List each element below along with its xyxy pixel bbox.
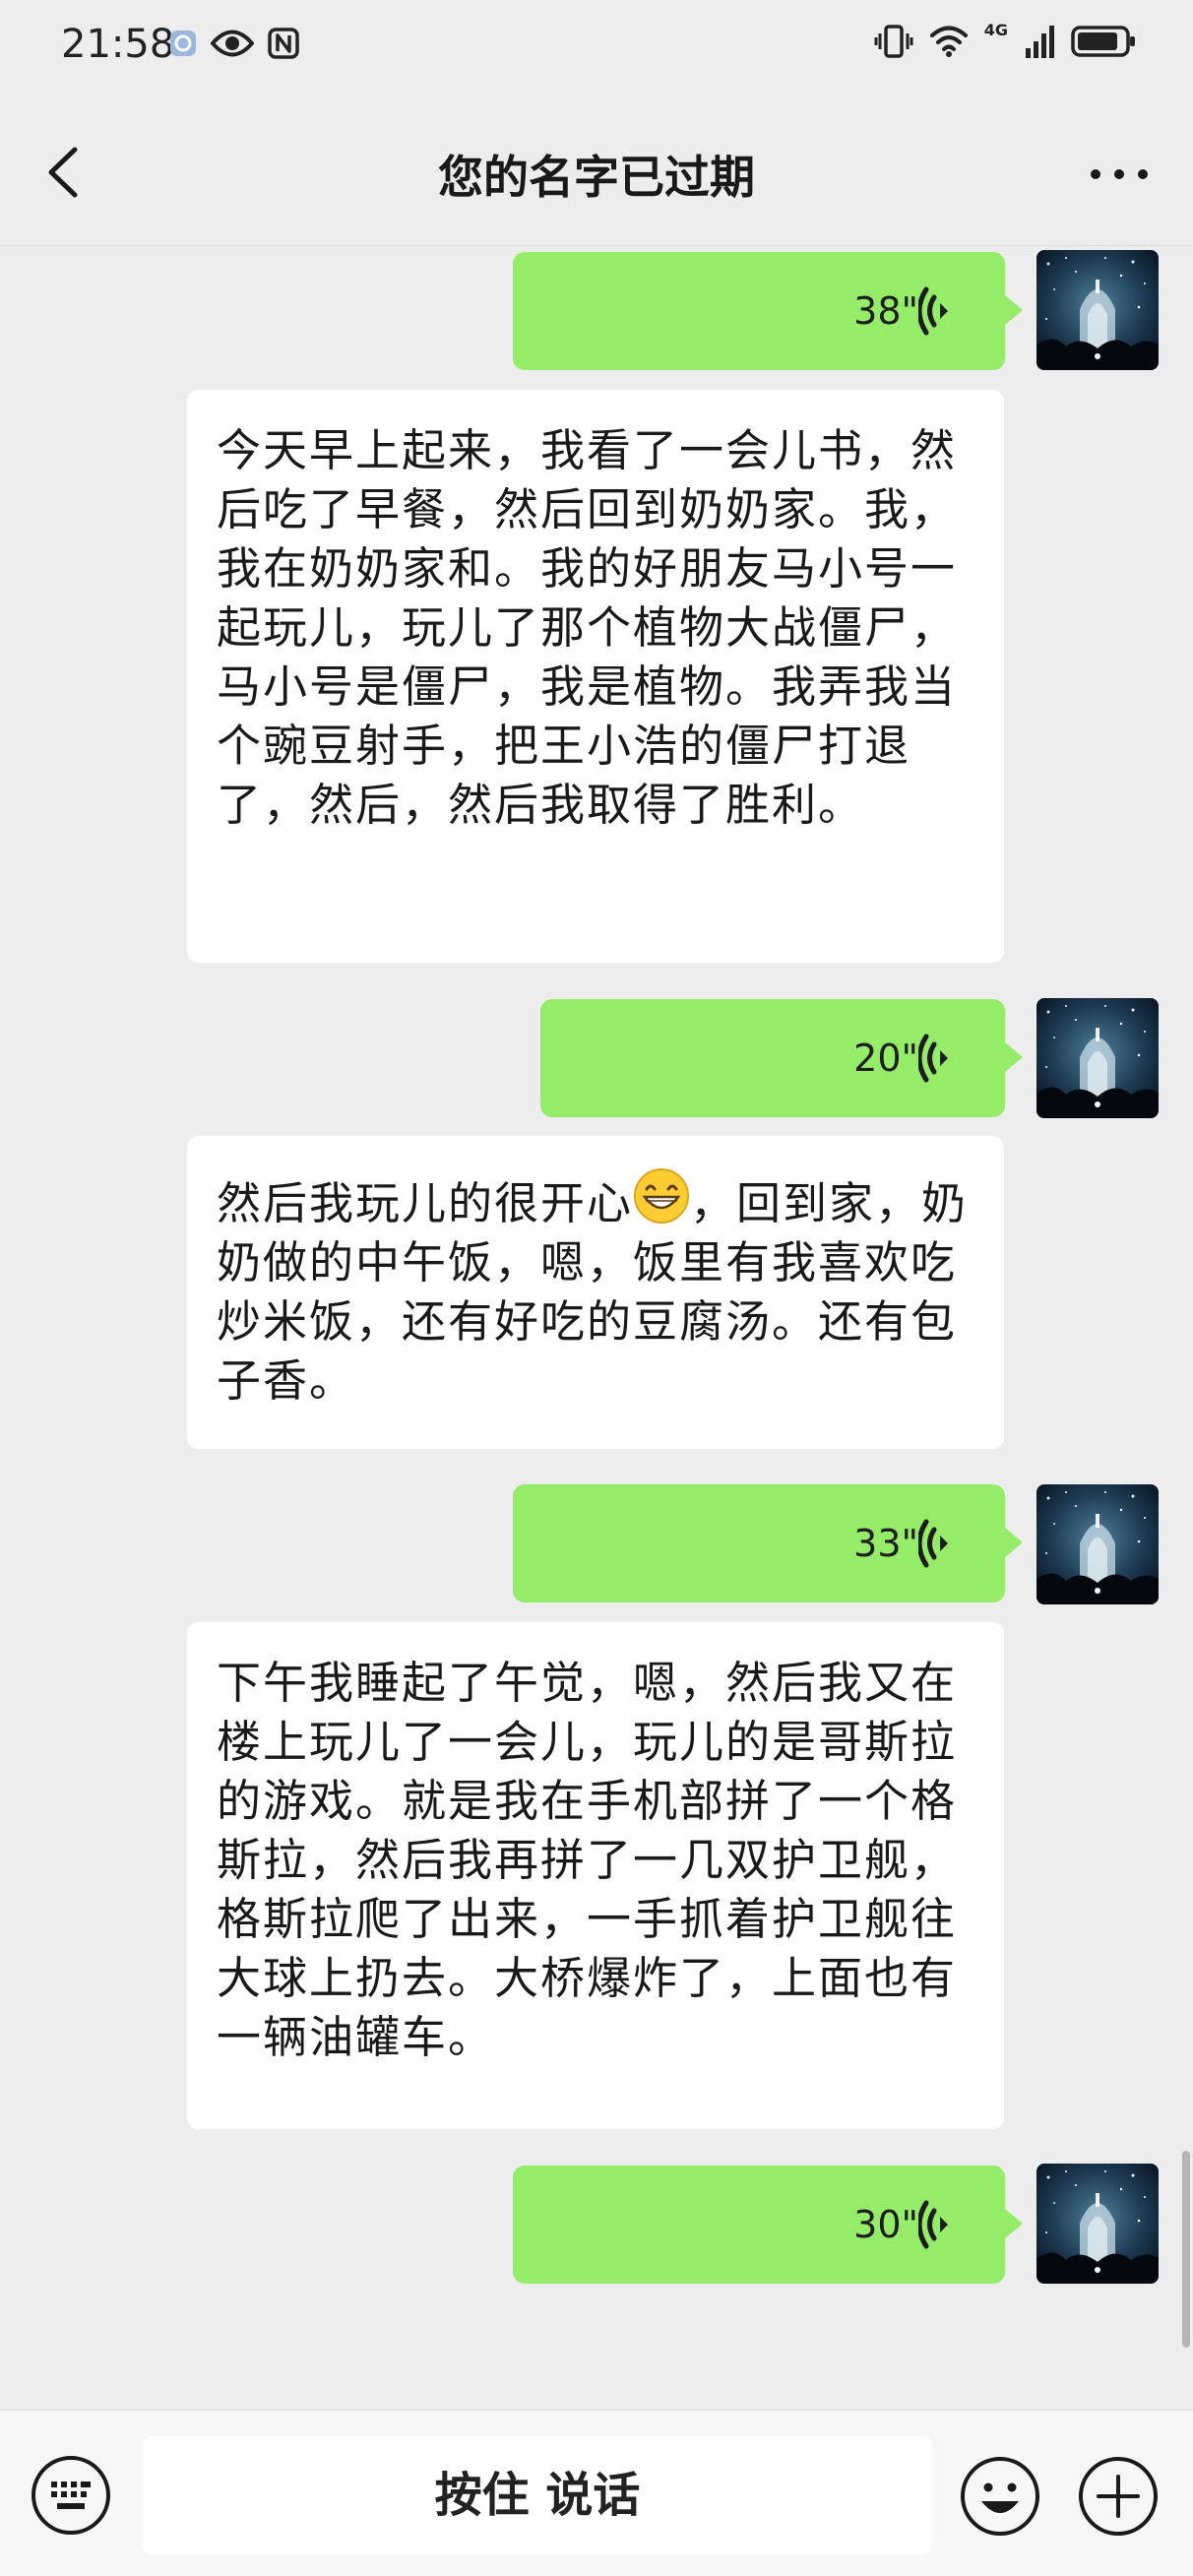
voice-message-bubble[interactable]: 30" — [513, 2166, 1023, 2284]
battery-icon — [1071, 26, 1135, 57]
keyboard-icon — [31, 2456, 110, 2535]
text-message-bubble[interactable]: 下午我睡起了午觉，嗯，然后我又在楼上玩儿了一会儿，玩儿的是哥斯拉的游戏。就是我在… — [187, 1622, 1004, 2129]
voice-duration: 38" — [853, 289, 918, 333]
emoji-button[interactable] — [958, 2454, 1042, 2539]
message-text: 今天早上起来，我看了一会儿书，然后吃了早餐，然后回到奶奶家。我，我在奶奶家和。我… — [217, 424, 958, 831]
voice-duration: 30" — [853, 2203, 918, 2246]
status-bar: 21:58 4G — [0, 0, 1193, 98]
voice-wave-icon — [918, 285, 958, 337]
more-button[interactable] — [1085, 150, 1154, 199]
my-avatar[interactable] — [1036, 250, 1159, 370]
eye-icon — [211, 30, 254, 57]
chat-header: 您的名字已过期 — [0, 98, 1193, 246]
status-left-icons — [169, 28, 299, 59]
avatar-image — [1036, 998, 1159, 1118]
hold-to-talk-button[interactable]: 按住 说话 — [143, 2436, 932, 2554]
status-time: 21:58 — [61, 22, 175, 67]
my-avatar[interactable] — [1036, 998, 1159, 1118]
text-message-bubble[interactable]: 今天早上起来，我看了一会儿书，然后吃了早餐，然后回到奶奶家。我，我在奶奶家和。我… — [187, 390, 1004, 963]
wifi-icon — [929, 26, 968, 57]
grinning-face-emoji — [634, 1168, 690, 1224]
voice-wave-icon — [918, 1518, 958, 1569]
header-divider — [0, 245, 1193, 246]
signal-icon — [1026, 26, 1054, 58]
voice-wave-icon — [918, 1033, 958, 1084]
voice-duration: 33" — [853, 1522, 918, 1565]
keyboard-toggle-button[interactable] — [30, 2454, 112, 2537]
my-avatar[interactable] — [1036, 2164, 1159, 2284]
message-text: 下午我睡起了午觉，嗯，然后我又在楼上玩儿了一会儿，玩儿的是哥斯拉的游戏。就是我在… — [217, 1657, 958, 2063]
nfc-icon — [268, 28, 299, 59]
chat-scrollbar[interactable] — [1182, 2151, 1190, 2348]
avatar-image — [1036, 250, 1159, 370]
avatar-image — [1036, 1484, 1159, 1604]
smiley-icon — [961, 2457, 1039, 2536]
voice-message-bubble[interactable]: 38" — [513, 252, 1023, 370]
more-functions-button[interactable] — [1076, 2454, 1161, 2539]
voice-wave-icon — [918, 2199, 958, 2250]
my-avatar[interactable] — [1036, 1484, 1159, 1604]
voice-message-bubble[interactable]: 33" — [513, 1484, 1023, 1602]
plus-circle-icon — [1079, 2457, 1158, 2536]
chat-title: 您的名字已过期 — [438, 151, 755, 204]
notification-icon — [170, 31, 196, 56]
voice-message-bubble[interactable]: 20" — [540, 999, 1023, 1117]
chat-input-bar: 按住 说话 — [0, 2410, 1193, 2576]
vibrate-icon — [874, 25, 913, 58]
message-text: 然后我玩儿的很开心 — [217, 1177, 634, 1229]
status-right-icons: 4G — [874, 20, 1136, 59]
network-type-label: 4G — [983, 20, 1008, 39]
voice-duration: 20" — [853, 1037, 918, 1080]
avatar-image — [1036, 2164, 1159, 2284]
text-message-bubble[interactable]: 然后我玩儿的很开心 ，回到家，奶奶做的中午饭，嗯，饭里有我喜欢吃炒米饭，还有好吃… — [187, 1136, 1004, 1449]
more-dots-icon — [1091, 169, 1148, 179]
